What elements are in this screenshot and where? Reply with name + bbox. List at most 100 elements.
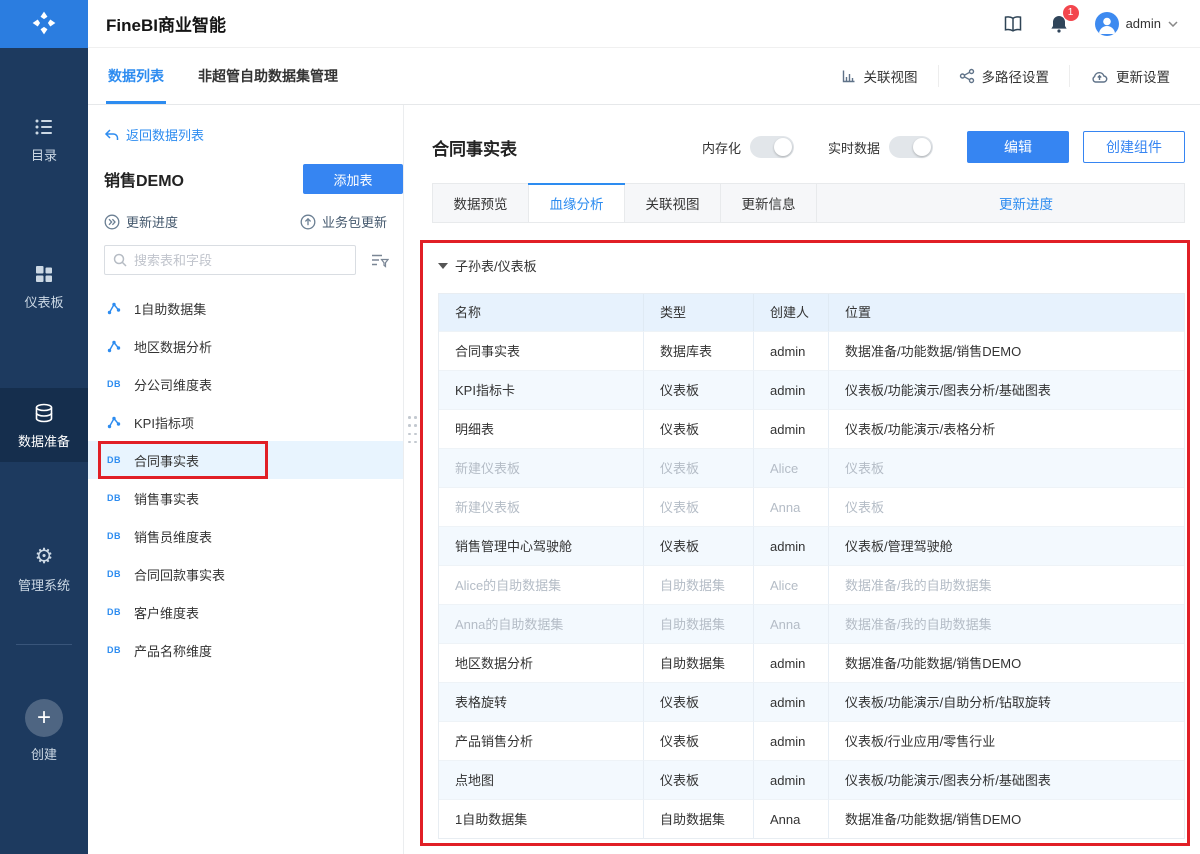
- cell-type: 仪表板: [644, 682, 754, 721]
- search-input[interactable]: [134, 252, 347, 268]
- cell-name: 1自助数据集: [439, 799, 644, 838]
- cell-creator: Anna: [754, 799, 829, 838]
- update-progress-item[interactable]: 更新进度: [104, 212, 178, 231]
- table-list-item[interactable]: DB 合同事实表: [88, 441, 403, 479]
- sidebar-item-label: 仪表板: [24, 295, 64, 310]
- table-row[interactable]: 表格旋转 仪表板 admin 仪表板/功能演示/自助分析/钻取旋转: [439, 682, 1184, 721]
- table-list-item[interactable]: DB 合同回款事实表: [88, 555, 403, 593]
- table-row[interactable]: 点地图 仪表板 admin 仪表板/功能演示/图表分析/基础图表: [439, 760, 1184, 799]
- column-header: 名称: [439, 294, 644, 331]
- cell-creator: admin: [754, 643, 829, 682]
- cell-creator: admin: [754, 526, 829, 565]
- detail-tabs: 数据预览 血缘分析 关联视图 更新信息 更新进度: [432, 183, 1185, 223]
- collapse-triangle-icon: [438, 262, 448, 269]
- title-actions: 内存化 实时数据 编辑 创建组件: [702, 131, 1185, 163]
- cell-type: 仪表板: [644, 760, 754, 799]
- sidebar: 目录 仪表板 数据准备 ⚙ 管理系统 创建: [0, 0, 88, 854]
- update-progress-link[interactable]: 更新进度: [999, 184, 1053, 222]
- cell-type: 仪表板: [644, 487, 754, 526]
- sidebar-item-data-prep[interactable]: 数据准备: [0, 388, 88, 462]
- cell-location: 数据准备/我的自助数据集: [829, 604, 1184, 643]
- tab-nonadmin-dataset-manage[interactable]: 非超管自助数据集管理: [196, 48, 340, 104]
- notification-badge: 1: [1062, 4, 1079, 21]
- app-logo[interactable]: [0, 0, 88, 48]
- package-update-item[interactable]: 业务包更新: [300, 212, 387, 231]
- update-row: 更新进度 业务包更新: [88, 212, 403, 231]
- table-list-item[interactable]: DB 客户维度表: [88, 593, 403, 631]
- cell-name: KPI指标卡: [439, 370, 644, 409]
- logo-icon: [31, 10, 57, 39]
- table-row[interactable]: 销售管理中心驾驶舱 仪表板 admin 仪表板/管理驾驶舱: [439, 526, 1184, 565]
- book-icon[interactable]: [1003, 15, 1023, 33]
- table-list-item[interactable]: DB 产品名称维度: [88, 631, 403, 669]
- table-row[interactable]: 明细表 仪表板 admin 仪表板/功能演示/表格分析: [439, 409, 1184, 448]
- table-list-item[interactable]: DB 销售事实表: [88, 479, 403, 517]
- back-to-data-list[interactable]: 返回数据列表: [88, 105, 403, 144]
- table-list-item-label: 分公司维度表: [134, 377, 213, 393]
- db-table-icon: DB: [107, 493, 121, 503]
- tab-data-preview[interactable]: 数据预览: [433, 184, 529, 222]
- filter-icon[interactable]: [370, 252, 389, 268]
- sidebar-item-dashboard[interactable]: 仪表板: [0, 249, 88, 323]
- table-row[interactable]: Alice的自助数据集 自助数据集 Alice 数据准备/我的自助数据集: [439, 565, 1184, 604]
- realtime-toggle-group: 实时数据: [828, 136, 933, 158]
- search-box: [104, 245, 356, 275]
- cell-type: 仪表板: [644, 526, 754, 565]
- table-list-item[interactable]: KPI指标项: [88, 403, 403, 441]
- table-list-item[interactable]: DB 销售员维度表: [88, 517, 403, 555]
- sidebar-item-directory[interactable]: 目录: [0, 102, 88, 176]
- table-list-item[interactable]: DB 分公司维度表: [88, 365, 403, 403]
- sidebar-item-create[interactable]: 创建: [0, 685, 88, 775]
- memory-toggle[interactable]: [749, 136, 794, 158]
- table-list-item[interactable]: 1自助数据集: [88, 289, 403, 327]
- related-view-action[interactable]: 关联视图: [821, 65, 938, 87]
- app-title: FineBI商业智能: [106, 16, 226, 35]
- main-content: 合同事实表 内存化 实时数据 编辑 创建组件 数据预览 血缘分析 关联视图 更新…: [404, 105, 1200, 854]
- table-list-item-label: KPI指标项: [134, 415, 194, 431]
- action-label: 多路径设置: [981, 70, 1050, 85]
- tab-lineage-analysis[interactable]: 血缘分析: [528, 183, 625, 222]
- cell-creator: admin: [754, 370, 829, 409]
- avatar: [1094, 11, 1119, 36]
- cell-creator: Alice: [754, 448, 829, 487]
- update-settings-action[interactable]: 更新设置: [1069, 65, 1190, 87]
- cell-name: 新建仪表板: [439, 448, 644, 487]
- descendant-section-header[interactable]: 子孙表/仪表板: [420, 240, 1190, 275]
- table-list-item[interactable]: 地区数据分析: [88, 327, 403, 365]
- realtime-toggle[interactable]: [889, 136, 933, 158]
- toggle-knob: [913, 138, 931, 156]
- cell-type: 自助数据集: [644, 799, 754, 838]
- table-row[interactable]: KPI指标卡 仪表板 admin 仪表板/功能演示/图表分析/基础图表: [439, 370, 1184, 409]
- cell-name: 地区数据分析: [439, 643, 644, 682]
- cell-type: 仪表板: [644, 409, 754, 448]
- add-table-button[interactable]: 添加表: [303, 164, 403, 194]
- create-component-button[interactable]: 创建组件: [1083, 131, 1185, 163]
- header-actions: 1 admin: [1003, 4, 1178, 36]
- tab-data-list[interactable]: 数据列表: [106, 48, 166, 104]
- cell-name: 表格旋转: [439, 682, 644, 721]
- table-row[interactable]: 产品销售分析 仪表板 admin 仪表板/行业应用/零售行业: [439, 721, 1184, 760]
- db-table-icon: DB: [107, 531, 121, 541]
- table-list-item-label: 地区数据分析: [134, 339, 213, 355]
- tabbar-actions: 关联视图 多路径设置 更新设置: [821, 65, 1191, 87]
- user-menu[interactable]: admin: [1094, 11, 1178, 36]
- table-row[interactable]: 地区数据分析 自助数据集 admin 数据准备/功能数据/销售DEMO: [439, 643, 1184, 682]
- multipath-settings-action[interactable]: 多路径设置: [937, 65, 1070, 87]
- table-list-item-label: 客户维度表: [134, 605, 200, 621]
- cell-name: 点地图: [439, 760, 644, 799]
- panel-resize-handle[interactable]: [408, 416, 417, 446]
- table-row[interactable]: 新建仪表板 仪表板 Anna 仪表板: [439, 487, 1184, 526]
- table-row[interactable]: Anna的自助数据集 自助数据集 Anna 数据准备/我的自助数据集: [439, 604, 1184, 643]
- tab-update-info[interactable]: 更新信息: [721, 184, 817, 222]
- edit-button[interactable]: 编辑: [967, 131, 1069, 163]
- sidebar-item-label: 数据准备: [17, 434, 70, 449]
- table-row[interactable]: 1自助数据集 自助数据集 Anna 数据准备/功能数据/销售DEMO: [439, 799, 1184, 838]
- tab-related-view[interactable]: 关联视图: [625, 184, 721, 222]
- sidebar-item-admin[interactable]: ⚙ 管理系统: [0, 532, 88, 606]
- bell-icon[interactable]: 1: [1049, 4, 1079, 34]
- lineage-section: 子孙表/仪表板 名称 类型 创建人 位置 合同事实表 数据库表 admin 数据准备/功能数…: [420, 240, 1190, 846]
- table-row[interactable]: 合同事实表 数据库表 admin 数据准备/功能数据/销售DEMO: [439, 331, 1184, 370]
- cell-location: 数据准备/功能数据/销售DEMO: [829, 643, 1184, 682]
- table-row[interactable]: 新建仪表板 仪表板 Alice 仪表板: [439, 448, 1184, 487]
- cell-location: 仪表板/行业应用/零售行业: [829, 721, 1184, 760]
